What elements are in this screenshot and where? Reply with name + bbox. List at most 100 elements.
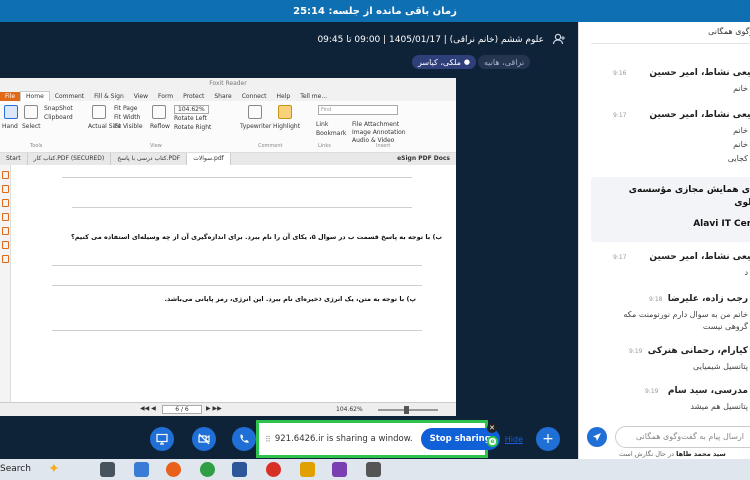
select-tool-icon[interactable]	[24, 105, 38, 119]
doc-tab-textbook[interactable]: کتاب درسی با پاسخ.PDF	[111, 153, 188, 165]
fit-width-button[interactable]: Fit Width	[114, 114, 140, 121]
close-icon[interactable]: ✕	[487, 423, 497, 433]
lock-icon: ●	[463, 58, 471, 66]
app-icon-2[interactable]	[366, 462, 381, 477]
tab-help[interactable]: Help	[272, 92, 296, 101]
tab-home[interactable]: Home	[20, 91, 50, 101]
add-button[interactable]: +	[536, 427, 560, 451]
next-page-icon[interactable]: ▶ ▶▶	[206, 405, 222, 412]
hand-tool-label: Hand	[2, 123, 18, 130]
rotate-right-button[interactable]: Rotate Right	[174, 124, 211, 131]
presenter-chip[interactable]: ● ملکی، کیاسر	[412, 55, 477, 69]
tell-me-box[interactable]: Tell me...	[295, 92, 332, 101]
image-annotation-button[interactable]: Image Annotation	[352, 129, 406, 136]
pdf-left-rail	[0, 165, 11, 402]
hide-link[interactable]: Hide	[505, 435, 523, 444]
comments-icon[interactable]	[2, 213, 9, 221]
hand-tool-icon[interactable]	[4, 105, 18, 119]
page-indicator[interactable]: 6 / 6	[162, 405, 202, 414]
meeting-header: علوم ششم (خانم نراقی) | 1405/01/17 | 09:…	[0, 22, 578, 80]
phone-button[interactable]	[232, 427, 256, 451]
chat-message-input[interactable]: ارسال پیام به گفت‌وگوی همگانی	[615, 426, 750, 448]
esign-label[interactable]: eSign PDF Docs	[391, 153, 456, 165]
send-icon	[593, 433, 601, 441]
sparkle-icon[interactable]: ✦	[48, 461, 60, 477]
actual-size-icon[interactable]	[92, 105, 106, 119]
pdf-status-bar: ◀◀ ◀ 6 / 6 ▶ ▶▶ 104.62%	[0, 402, 456, 416]
extension-icon[interactable]: e	[487, 436, 498, 447]
tab-form[interactable]: Form	[153, 92, 178, 101]
message-author: کیارام، رحمانی هنرکی	[647, 346, 748, 356]
doc-tab-questions[interactable]: سوالات.pdf	[187, 153, 231, 165]
highlight-icon[interactable]	[278, 105, 292, 119]
prev-page-icon[interactable]: ◀◀ ◀	[140, 405, 156, 412]
app-root: زمان باقی مانده از جلسه: 25:14 علوم ششم …	[0, 0, 750, 480]
zoom-slider-handle[interactable]	[404, 406, 409, 414]
phone-icon	[240, 434, 249, 443]
host-chip-label: نراقی، هانیه	[484, 57, 525, 67]
clipboard-button[interactable]: Clipboard	[44, 114, 73, 121]
pdf-page: ب) با توجه به پاسخ قسمت ب در سوال ۵، یکا…	[12, 165, 452, 402]
rotate-left-button[interactable]: Rotate Left	[174, 115, 207, 122]
zoom-select[interactable]: 104.62%	[174, 105, 209, 114]
select-tool-label: Select	[22, 123, 41, 130]
doc-tab-workbook[interactable]: کتاب کار.PDF (SECURED)	[28, 153, 112, 165]
task-view-icon[interactable]	[100, 462, 115, 477]
tab-protect[interactable]: Protect	[178, 92, 209, 101]
file-explorer-icon[interactable]	[134, 462, 149, 477]
find-input[interactable]: Find	[318, 105, 398, 115]
tab-share[interactable]: Share	[209, 92, 236, 101]
fit-page-button[interactable]: Fit Page	[114, 105, 137, 112]
media-icon[interactable]	[332, 462, 347, 477]
tab-file[interactable]: File	[0, 92, 21, 101]
group-insert-label: Insert	[376, 143, 391, 149]
group-tools-label: Tools	[30, 143, 43, 149]
signatures-icon[interactable]	[2, 255, 9, 263]
pages-icon[interactable]	[2, 185, 9, 193]
send-message-button[interactable]	[587, 427, 607, 447]
chrome-icon[interactable]	[200, 462, 215, 477]
typewriter-icon[interactable]	[248, 105, 262, 119]
answer-line	[72, 207, 412, 208]
bookmark-button[interactable]: Bookmark	[316, 130, 346, 137]
firefox-icon[interactable]	[166, 462, 181, 477]
tab-comment[interactable]: Comment	[50, 92, 89, 101]
message-text: خانم	[733, 140, 748, 149]
layers-icon[interactable]	[2, 199, 9, 207]
typing-user: سید محمد طاها	[676, 450, 726, 458]
message-time: 9:19	[645, 388, 659, 395]
reflow-icon[interactable]	[152, 105, 166, 119]
message-author: شفیعی نشاط، امیر حسین	[649, 252, 750, 262]
message-text: د	[744, 268, 748, 277]
folder-icon[interactable]	[300, 462, 315, 477]
camera-off-button[interactable]	[192, 427, 216, 451]
security-icon[interactable]	[2, 241, 9, 249]
group-links-label: Links	[318, 143, 331, 149]
attachments-icon[interactable]	[2, 227, 9, 235]
snapshot-button[interactable]: SnapShot	[44, 105, 73, 112]
tab-fill-sign[interactable]: Fill & Sign	[89, 92, 129, 101]
fit-visible-button[interactable]: Fit Visible	[114, 123, 143, 130]
message-author: شفیعی نشاط، امیر حسین	[649, 68, 750, 78]
taskbar-search[interactable]: Search	[0, 464, 31, 474]
message-text: خانم	[733, 126, 748, 135]
app-icon[interactable]	[266, 462, 281, 477]
word-icon[interactable]	[232, 462, 247, 477]
message-text: پتانسیل هم میشد	[690, 402, 748, 411]
chat-title: گفت‌وگوی همگانی	[708, 27, 750, 36]
monitor-icon	[156, 433, 168, 445]
tab-connect[interactable]: Connect	[237, 92, 272, 101]
message-text: خانم من به سوال دارم نورنومنت مکه	[623, 310, 748, 319]
pdf-window-title: Foxit Reader	[0, 78, 456, 90]
tab-view[interactable]: View	[129, 92, 153, 101]
bookmarks-icon[interactable]	[2, 171, 9, 179]
link-button[interactable]: Link	[316, 121, 328, 128]
file-attachment-button[interactable]: File Attachment	[352, 121, 399, 128]
participants-icon[interactable]	[552, 32, 566, 46]
message-time: 9:18	[649, 296, 663, 303]
screen-share-button[interactable]	[150, 427, 174, 451]
group-view-label: View	[150, 143, 162, 149]
drag-handle-icon[interactable]: ⠿	[265, 435, 271, 444]
host-chip[interactable]: نراقی، هانیه	[478, 55, 531, 69]
doc-tab-start[interactable]: Start	[0, 153, 28, 165]
